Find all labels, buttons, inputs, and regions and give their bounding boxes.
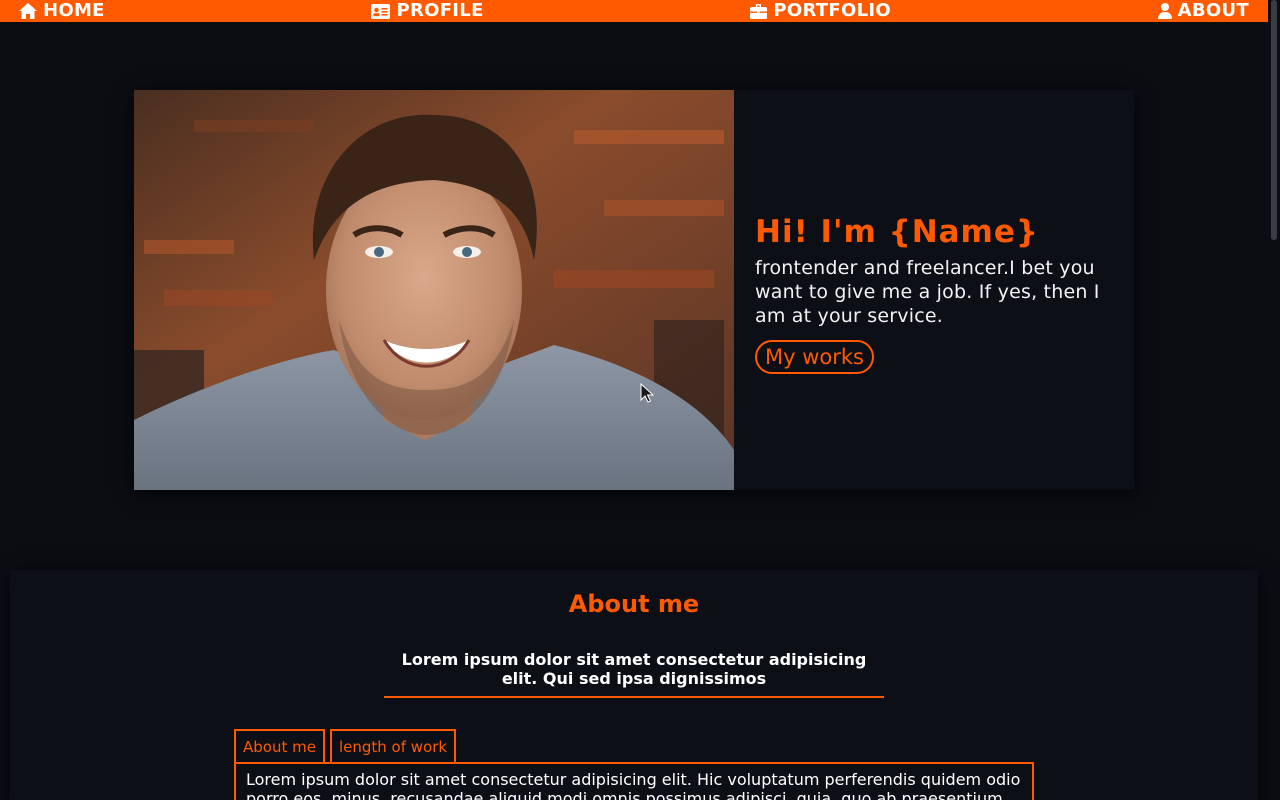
hero-text: Hi! I'm {Name} frontender and freelancer… xyxy=(734,90,1134,490)
home-icon xyxy=(19,3,37,19)
nav-item-about[interactable]: ABOUT xyxy=(1157,0,1249,22)
hero-card: Hi! I'm {Name} frontender and freelancer… xyxy=(134,90,1134,490)
nav-item-home[interactable]: HOME xyxy=(19,0,105,22)
about-tabs: About me length of work xyxy=(234,729,457,763)
tab-length-of-work[interactable]: length of work xyxy=(329,729,457,763)
tab-content: Lorem ipsum dolor sit amet consectetur a… xyxy=(234,762,1034,800)
nav-label-home: HOME xyxy=(43,0,105,21)
my-works-button[interactable]: My works xyxy=(755,340,874,374)
profile-photo xyxy=(134,90,734,490)
nav-label-profile: PROFILE xyxy=(396,0,484,21)
id-card-icon xyxy=(371,3,391,19)
briefcase-icon xyxy=(750,3,768,19)
scrollbar-thumb[interactable] xyxy=(1271,0,1277,240)
mouse-cursor-icon xyxy=(640,383,654,403)
page-scrollbar[interactable] xyxy=(1268,0,1280,800)
about-subtitle: Lorem ipsum dolor sit amet consectetur a… xyxy=(384,650,884,698)
page: HOME PROFILE PORTFOLIO ABOUT Hi! I'm {Na… xyxy=(0,0,1280,800)
tab-about-me[interactable]: About me xyxy=(234,729,325,763)
nav-item-portfolio[interactable]: PORTFOLIO xyxy=(750,0,891,22)
hero-description: frontender and freelancer.I bet you want… xyxy=(755,257,1100,327)
top-navbar: HOME PROFILE PORTFOLIO ABOUT xyxy=(0,0,1268,22)
nav-item-profile[interactable]: PROFILE xyxy=(371,0,483,22)
nav-label-portfolio: PORTFOLIO xyxy=(773,0,891,21)
hero-title: Hi! I'm {Name} xyxy=(755,214,1039,250)
profile-photo-illustration xyxy=(134,90,734,490)
about-section: About me Lorem ipsum dolor sit amet cons… xyxy=(10,570,1258,800)
about-title: About me xyxy=(568,590,700,618)
user-icon xyxy=(1157,3,1172,19)
nav-label-about: ABOUT xyxy=(1177,0,1249,21)
